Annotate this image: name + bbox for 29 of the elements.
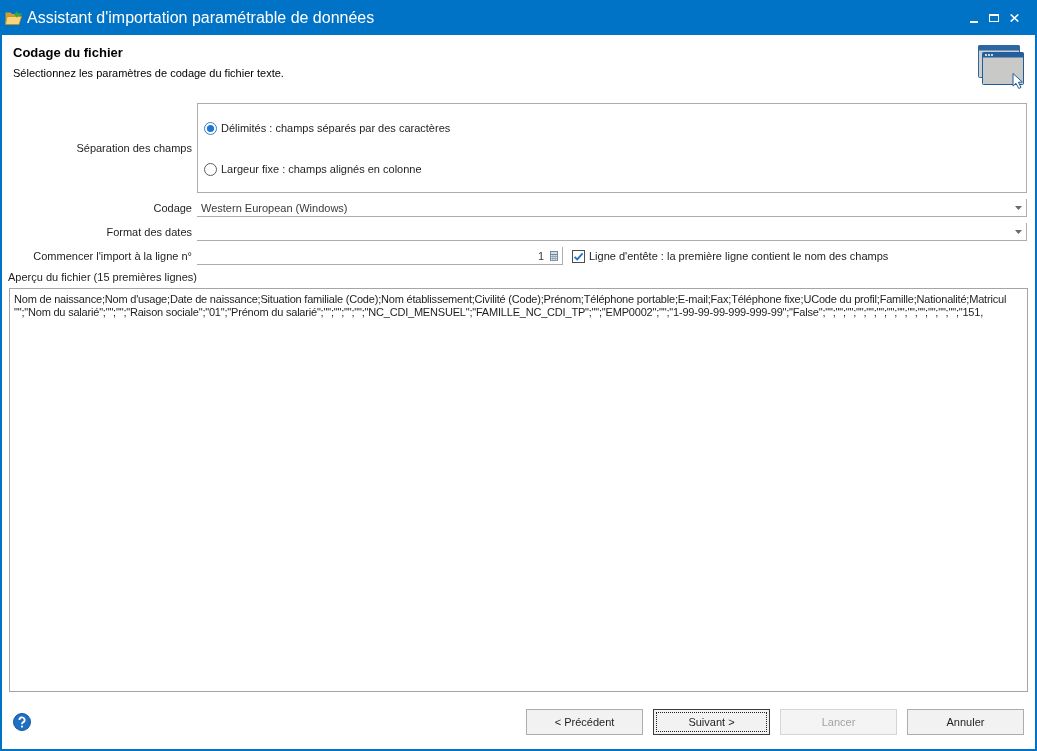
start-line-field[interactable]: 1 xyxy=(197,247,563,265)
window-title: Assistant d'importation paramétrable de données xyxy=(27,7,375,28)
page-subtitle: Sélectionnez les paramètres de codage du fichier texte. xyxy=(13,66,284,80)
caret-icon xyxy=(1015,205,1022,210)
radio-button[interactable] xyxy=(204,162,217,176)
dialog-button[interactable]: < Précédent xyxy=(526,709,643,735)
caret-icon xyxy=(1015,229,1022,234)
preview-line: "";"Nom du salarié";"";"";"Raison sociale";"01";"Prénom du salarié";"";"";"";"";"NC_CDI_MENSUEL";"FAMILLE_NC_CDI_TP";"";"EMP0002";"";"1-99-99-99-999-999-99";"False";"";"";"";"";"";"";"";"";"";"";"";"";"";"151, xyxy=(14,306,984,319)
field-label: Commencer l'import à la ligne n° xyxy=(32,249,192,263)
folder-icon xyxy=(5,10,22,25)
calculator-icon xyxy=(550,250,558,261)
page-title: Codage du fichier xyxy=(13,45,123,61)
checkbox-label[interactable]: Ligne d'entête : la première ligne contient le nom des champs xyxy=(589,249,889,263)
help-icon[interactable] xyxy=(13,713,31,731)
encoding-dropdown[interactable]: Western European (Windows) xyxy=(197,199,1027,217)
radio-button[interactable] xyxy=(204,121,217,135)
minimize-icon xyxy=(970,20,978,23)
dialog-button[interactable]: Suivant > xyxy=(653,709,770,735)
radio-label[interactable]: Largeur fixe : champs alignés en colonne xyxy=(221,162,422,176)
preview-line: Nom de naissance;Nom d'usage;Date de naissance;Situation familiale (Code);Nom établissement;Civilité (Code);Prénom;Téléphone portable;E-mail;Fax;Téléphone fixe;UCode du profil;Famille;Nationalité;Matricul xyxy=(14,293,1007,306)
radio-label[interactable]: Délimités : champs séparés par des caractères xyxy=(221,121,451,135)
field-label: Séparation des champs xyxy=(75,141,192,155)
field-label: Format des dates xyxy=(105,225,192,239)
preview-label: Aperçu du fichier (15 premières lignes) xyxy=(7,270,197,284)
dialog-button[interactable]: Annuler xyxy=(907,709,1024,735)
close-icon xyxy=(1009,13,1019,22)
maximize-icon xyxy=(989,13,999,22)
checkbox[interactable] xyxy=(572,249,585,263)
field-label: Codage xyxy=(152,201,192,215)
